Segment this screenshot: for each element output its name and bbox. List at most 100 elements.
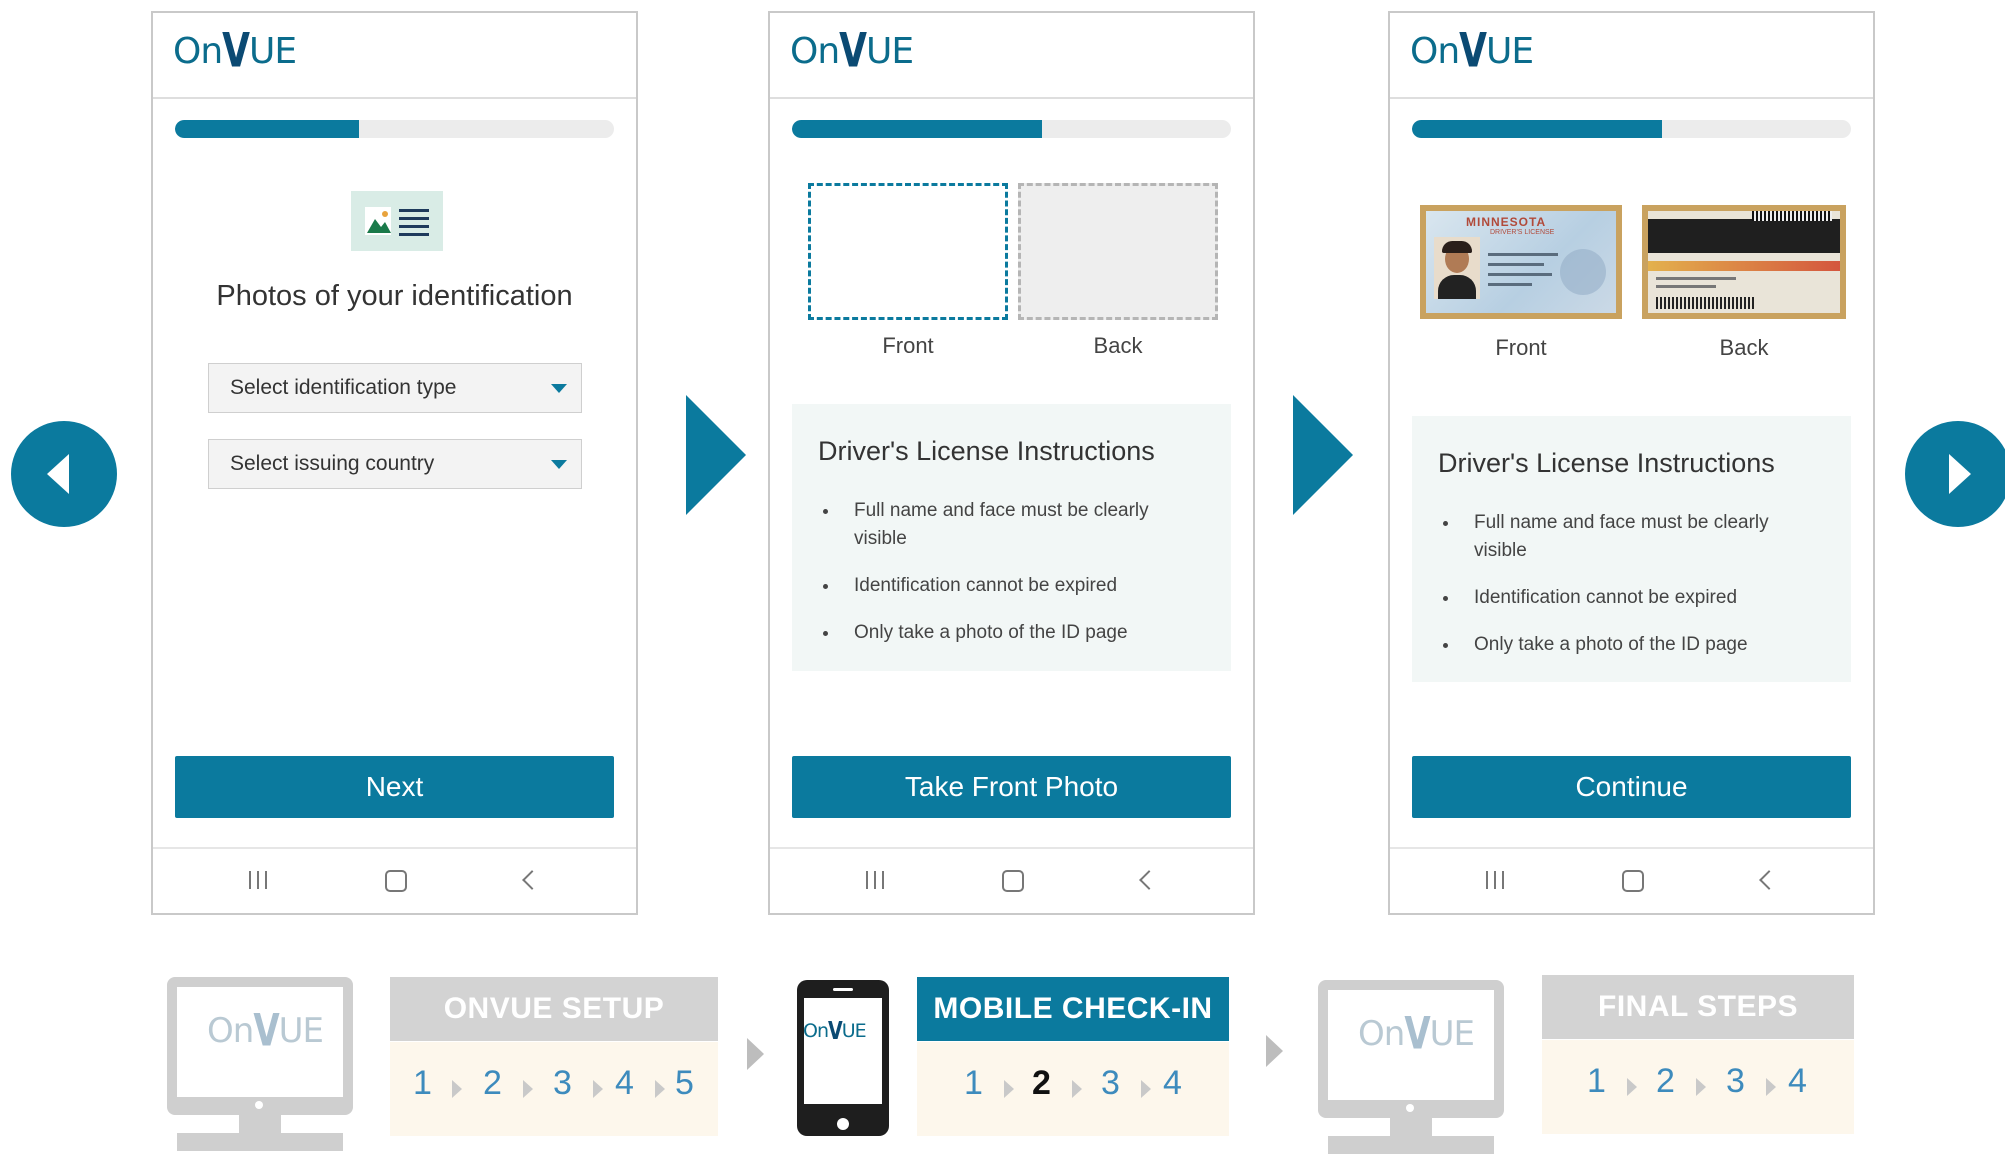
step-number: 3: [1101, 1064, 1120, 1102]
id-type-select[interactable]: Select identification type: [208, 363, 582, 413]
stage-steps-final-steps: 1 2 3 4: [1542, 1040, 1854, 1134]
step-number-active: 2: [1032, 1064, 1051, 1102]
back-photo-slot[interactable]: [1018, 183, 1218, 320]
phone-screen-take-photo: OnVUE Front Back Driver's License Instru…: [768, 11, 1255, 915]
phone-screen-review-photos: OnVUE MINNESOTA DRIVER'S LICENSE Front B…: [1388, 11, 1875, 915]
instructions-list: Full name and face must be clearly visib…: [1428, 509, 1811, 678]
instructions-panel: Driver's License Instructions Full name …: [792, 404, 1231, 671]
step-number: 4: [1788, 1062, 1807, 1100]
chevron-down-icon: [551, 460, 567, 469]
back-icon[interactable]: [522, 870, 542, 890]
flow-arrow-icon: [1293, 395, 1353, 515]
chevron-right-icon: [1766, 1078, 1776, 1096]
step-number: 1: [413, 1064, 432, 1102]
android-nav-bar: [770, 847, 1253, 913]
chevron-down-icon: [551, 384, 567, 393]
home-icon[interactable]: [1622, 870, 1644, 892]
stage-steps-onvue-setup: 1 2 3 4 5: [390, 1042, 718, 1136]
issuing-country-select-value: Select issuing country: [230, 452, 435, 475]
page-title: Photos of your identification: [216, 280, 573, 312]
stage-title-mobile-check-in: MOBILE CHECK-IN: [917, 977, 1229, 1041]
carousel-next-button[interactable]: [1905, 421, 2005, 527]
home-icon[interactable]: [385, 870, 407, 892]
flow-arrow-icon: [686, 395, 746, 515]
instruction-item: Identification cannot be expired: [840, 572, 1191, 600]
front-label: Front: [882, 333, 934, 358]
progress-bar: [792, 120, 1231, 138]
chevron-right-icon: [1004, 1080, 1014, 1098]
progress-fill: [792, 120, 1043, 138]
back-label: Back: [1093, 333, 1143, 358]
instruction-item: Identification cannot be expired: [1460, 584, 1811, 612]
front-photo-slot[interactable]: [808, 183, 1008, 320]
step-number: 1: [964, 1064, 983, 1102]
progress-fill: [1412, 120, 1663, 138]
stage-title-final-steps: FINAL STEPS: [1542, 975, 1854, 1039]
issuing-country-select[interactable]: Select issuing country: [208, 439, 582, 489]
recent-apps-icon[interactable]: [866, 871, 888, 891]
home-icon[interactable]: [1002, 870, 1024, 892]
id-photo-icon: [351, 191, 443, 251]
onvue-logo: OnVUE: [1358, 1008, 1475, 1060]
continue-button[interactable]: Continue: [1412, 756, 1851, 818]
phone-screen-id-type: OnVUE Photos of your identification Sele…: [151, 11, 638, 915]
chevron-right-icon: [1949, 454, 1971, 494]
license-front-photo: MINNESOTA DRIVER'S LICENSE: [1420, 205, 1622, 319]
flow-arrow-icon: [1266, 1035, 1283, 1067]
app-header: OnVUE: [153, 13, 636, 99]
instruction-item: Only take a photo of the ID page: [840, 619, 1191, 647]
front-label: Front: [1495, 335, 1547, 360]
app-header: OnVUE: [770, 13, 1253, 99]
onvue-logo: OnVUE: [790, 24, 914, 79]
carousel-prev-button[interactable]: [11, 421, 117, 527]
chevron-right-icon: [1141, 1080, 1151, 1098]
onvue-logo: OnVUE: [207, 1005, 324, 1057]
android-nav-bar: [1390, 847, 1873, 913]
instructions-panel: Driver's License Instructions Full name …: [1412, 416, 1851, 682]
instruction-item: Only take a photo of the ID page: [1460, 631, 1811, 659]
desktop-monitor-icon: OnVUE: [167, 977, 353, 1151]
license-portrait: [1434, 237, 1480, 299]
step-number: 4: [615, 1064, 634, 1102]
instructions-list: Full name and face must be clearly visib…: [808, 497, 1191, 666]
instructions-title: Driver's License Instructions: [1438, 448, 1775, 478]
stage-title-onvue-setup: ONVUE SETUP: [390, 977, 718, 1041]
progress-fill: [175, 120, 360, 138]
step-number: 2: [483, 1064, 502, 1102]
chevron-right-icon: [655, 1080, 665, 1098]
step-number: 4: [1163, 1064, 1182, 1102]
chevron-left-icon: [47, 454, 69, 494]
chevron-right-icon: [1072, 1080, 1082, 1098]
onvue-logo: OnVUE: [803, 1016, 867, 1046]
step-number: 3: [1726, 1062, 1745, 1100]
back-icon[interactable]: [1139, 870, 1159, 890]
onvue-logo: OnVUE: [173, 24, 297, 79]
license-back-photo: [1642, 205, 1846, 319]
app-header: OnVUE: [1390, 13, 1873, 99]
step-number: 1: [1587, 1062, 1606, 1100]
license-state-text: MINNESOTA: [1466, 215, 1547, 229]
step-number: 2: [1656, 1062, 1675, 1100]
instruction-item: Full name and face must be clearly visib…: [1460, 509, 1811, 565]
take-front-photo-button[interactable]: Take Front Photo: [792, 756, 1231, 818]
progress-bar: [175, 120, 614, 138]
progress-bar: [1412, 120, 1851, 138]
flow-arrow-icon: [747, 1038, 764, 1070]
chevron-right-icon: [1627, 1078, 1637, 1096]
onvue-logo: OnVUE: [1410, 24, 1534, 79]
chevron-right-icon: [1696, 1078, 1706, 1096]
recent-apps-icon[interactable]: [249, 871, 271, 891]
stage-steps-mobile-check-in: 1 2 3 4: [917, 1042, 1229, 1136]
recent-apps-icon[interactable]: [1486, 871, 1508, 891]
id-type-select-value: Select identification type: [230, 376, 457, 399]
chevron-right-icon: [593, 1080, 603, 1098]
step-number: 5: [675, 1064, 694, 1102]
instruction-item: Full name and face must be clearly visib…: [840, 497, 1191, 553]
license-type-text: DRIVER'S LICENSE: [1490, 229, 1555, 236]
instructions-title: Driver's License Instructions: [818, 436, 1155, 466]
desktop-monitor-icon: OnVUE: [1318, 980, 1504, 1154]
mobile-phone-icon: OnVUE: [797, 980, 889, 1136]
back-icon[interactable]: [1759, 870, 1779, 890]
next-button[interactable]: Next: [175, 756, 614, 818]
back-label: Back: [1719, 335, 1769, 360]
